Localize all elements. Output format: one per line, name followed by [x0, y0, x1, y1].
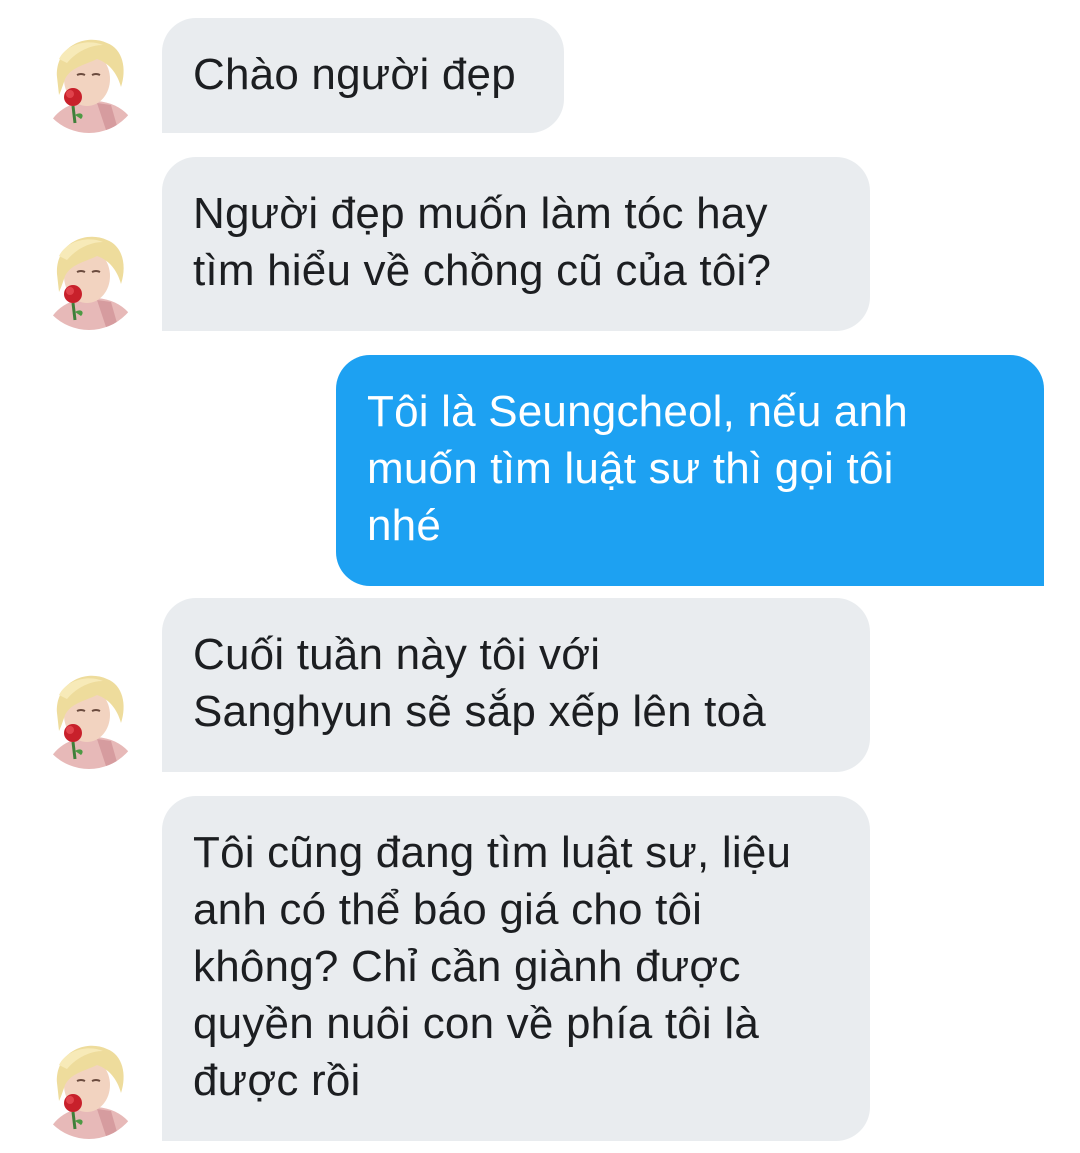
message-thread: Chào người đẹp Người đẹp muốn làm tóc ha… — [0, 0, 1080, 1153]
contact-avatar[interactable] — [37, 29, 141, 133]
incoming-message[interactable]: Chào người đẹp — [162, 18, 564, 133]
contact-avatar[interactable] — [37, 226, 141, 330]
incoming-message[interactable]: Tôi cũng đang tìm luật sư, liệu anh có t… — [162, 796, 870, 1141]
incoming-message[interactable]: Cuối tuần này tôi với Sanghyun sẽ sắp xế… — [162, 598, 870, 772]
outgoing-message[interactable]: Tôi là Seungcheol, nếu anh muốn tìm luật… — [336, 355, 1044, 586]
incoming-message[interactable]: Người đẹp muốn làm tóc hay tìm hiểu về c… — [162, 157, 870, 331]
avatar-icon — [37, 29, 141, 133]
contact-avatar[interactable] — [37, 1035, 141, 1139]
contact-avatar[interactable] — [37, 665, 141, 769]
avatar-icon — [37, 226, 141, 330]
avatar-icon — [37, 665, 141, 769]
avatar-icon — [37, 1035, 141, 1139]
